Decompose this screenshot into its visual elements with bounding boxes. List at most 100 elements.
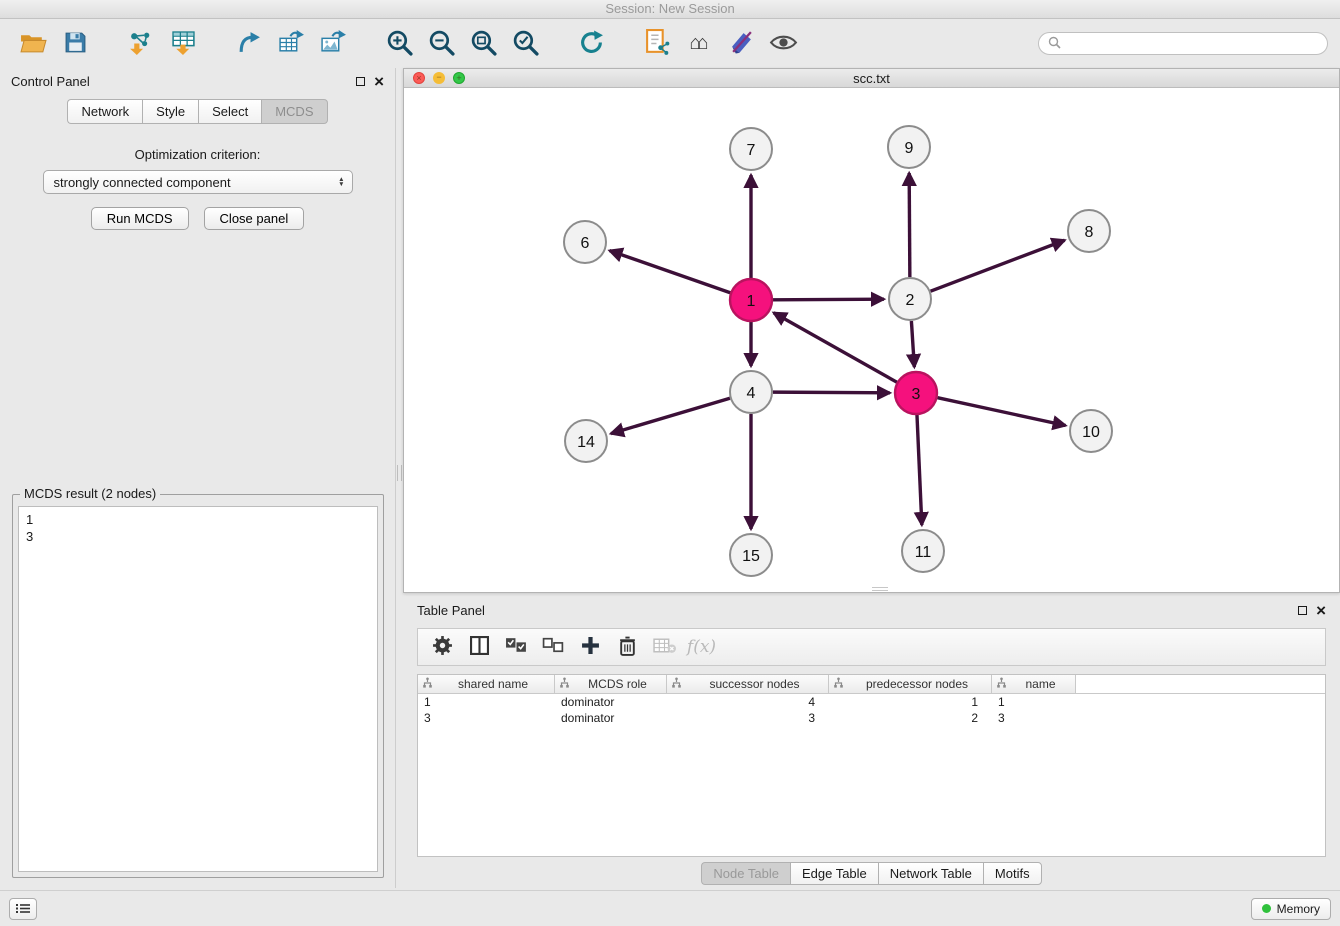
task-history-button[interactable]	[9, 898, 37, 920]
table-cell[interactable]: 1	[418, 694, 555, 710]
zoom-window-icon[interactable]: +	[453, 72, 465, 84]
table-cell[interactable]: 3	[992, 710, 1076, 726]
column-type-icon	[422, 677, 433, 691]
edge-1-6[interactable]	[610, 251, 731, 293]
add-row-button[interactable]	[572, 631, 609, 663]
toolbar-group	[378, 25, 546, 63]
table-toolbar: f(x)	[417, 628, 1326, 666]
minimize-window-icon[interactable]: −	[433, 72, 445, 84]
edge-3-10[interactable]	[937, 398, 1065, 426]
horizontal-splitter-grip[interactable]	[872, 587, 888, 591]
edge-2-9[interactable]	[909, 173, 910, 277]
mcds-result-title: MCDS result (2 nodes)	[20, 486, 160, 501]
open-session-button[interactable]	[12, 25, 54, 63]
table-body: 1dominator4113dominator323	[418, 694, 1325, 726]
table-cell[interactable]: 3	[667, 710, 829, 726]
table-tab-edge-table[interactable]: Edge Table	[790, 862, 878, 885]
criterion-dropdown[interactable]: strongly connected component ▲▼	[43, 170, 353, 194]
node-table: shared name MCDS role successor nodesprede…	[417, 674, 1326, 857]
column-layout-icon	[470, 636, 489, 658]
export-network-button[interactable]	[228, 25, 270, 63]
zoom-fit-button[interactable]	[462, 25, 504, 63]
column-header-mcds-role[interactable]: MCDS role	[555, 675, 667, 693]
column-header-label: MCDS role	[573, 677, 662, 691]
zoom-out-button[interactable]	[420, 25, 462, 63]
node-label-7: 7	[747, 142, 756, 159]
control-tab-network[interactable]: Network	[67, 99, 142, 124]
save-session-button[interactable]	[54, 25, 96, 63]
style-tool-button[interactable]	[720, 25, 762, 63]
show-hide-button[interactable]	[762, 25, 804, 63]
delete-row-button[interactable]	[609, 631, 646, 663]
search-box[interactable]	[1038, 32, 1328, 55]
export-image-button[interactable]	[312, 25, 354, 63]
table-cell[interactable]: 3	[418, 710, 555, 726]
function-builder-icon: f(x)	[687, 637, 716, 657]
column-header-shared-name[interactable]: shared name	[418, 675, 555, 693]
table-tab-motifs[interactable]: Motifs	[983, 862, 1042, 885]
table-cell[interactable]: 1	[992, 694, 1076, 710]
refresh-button[interactable]	[570, 25, 612, 63]
edge-4-14[interactable]	[611, 398, 730, 433]
edge-4-3[interactable]	[773, 392, 890, 393]
import-table-button[interactable]	[162, 25, 204, 63]
edge-2-8[interactable]	[931, 240, 1065, 291]
control-tab-style[interactable]: Style	[142, 99, 198, 124]
add-row-icon	[581, 636, 600, 658]
export-network-icon	[237, 30, 262, 58]
window-titlebar: Session: New Session	[0, 0, 1340, 19]
column-header-predecessor-nodes[interactable]: predecessor nodes	[829, 675, 992, 693]
node-label-10: 10	[1082, 424, 1100, 441]
export-table-button[interactable]	[270, 25, 312, 63]
export-image-icon	[320, 30, 347, 58]
table-tab-node-table[interactable]: Node Table	[701, 862, 790, 885]
close-window-icon[interactable]: ×	[413, 72, 425, 84]
table-header-row: shared name MCDS role successor nodesprede…	[418, 675, 1325, 694]
network-canvas[interactable]: 7968124314101511	[404, 89, 1339, 592]
control-panel: Control Panel × NetworkStyleSelectMCDS O…	[0, 68, 396, 888]
control-tab-select[interactable]: Select	[198, 99, 261, 124]
close-table-panel-icon[interactable]: ×	[1316, 605, 1326, 616]
column-header-name[interactable]: name	[992, 675, 1076, 693]
table-row[interactable]: 1dominator411	[418, 694, 1325, 710]
edge-2-3[interactable]	[911, 321, 914, 367]
zoom-in-button[interactable]	[378, 25, 420, 63]
table-cell[interactable]: dominator	[555, 710, 667, 726]
import-network-icon	[128, 30, 155, 58]
edge-1-2[interactable]	[773, 299, 884, 300]
float-table-panel-icon[interactable]	[1298, 606, 1307, 615]
select-all-button[interactable]	[498, 631, 535, 663]
vertical-splitter-grip[interactable]	[397, 465, 402, 481]
node-label-14: 14	[577, 434, 595, 451]
column-header-successor-nodes[interactable]: successor nodes	[667, 675, 829, 693]
table-cell[interactable]: 2	[829, 710, 992, 726]
deselect-all-button[interactable]	[535, 631, 572, 663]
table-row[interactable]: 3dominator323	[418, 710, 1325, 726]
float-panel-icon[interactable]	[356, 77, 365, 86]
toolbar-group	[228, 25, 354, 63]
table-cell[interactable]: dominator	[555, 694, 667, 710]
control-panel-tabs: NetworkStyleSelectMCDS	[0, 99, 395, 124]
column-layout-button[interactable]	[461, 631, 498, 663]
search-input[interactable]	[1066, 36, 1318, 51]
edge-3-1[interactable]	[774, 313, 897, 382]
import-network-button[interactable]	[120, 25, 162, 63]
table-cell[interactable]: 1	[829, 694, 992, 710]
memory-button[interactable]: Memory	[1251, 898, 1331, 920]
duplicate-network-button[interactable]	[636, 25, 678, 63]
table-cell[interactable]: 4	[667, 694, 829, 710]
network-overview-button[interactable]: ⌂⌂	[678, 25, 720, 63]
import-table-icon	[170, 30, 197, 58]
table-tab-network-table[interactable]: Network Table	[878, 862, 983, 885]
close-panel-icon[interactable]: ×	[374, 76, 384, 87]
run-mcds-button[interactable]: Run MCDS	[91, 207, 189, 230]
edge-3-11[interactable]	[917, 415, 922, 525]
zoom-selected-button[interactable]	[504, 25, 546, 63]
close-panel-button[interactable]: Close panel	[204, 207, 305, 230]
toolbar-group	[12, 25, 96, 63]
control-tab-mcds[interactable]: MCDS	[261, 99, 327, 124]
export-table-icon	[278, 30, 305, 58]
settings-button[interactable]	[424, 631, 461, 663]
node-label-4: 4	[747, 385, 756, 402]
select-all-icon	[505, 637, 528, 657]
